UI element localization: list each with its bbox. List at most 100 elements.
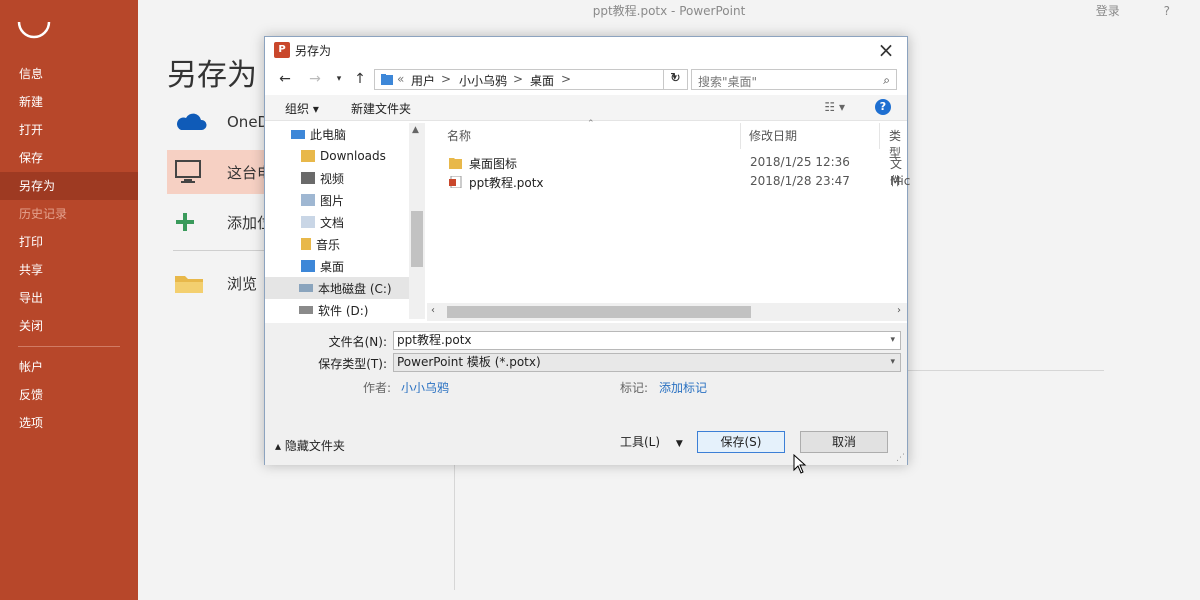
- help-icon[interactable]: ?: [875, 99, 891, 115]
- filetype-select[interactable]: PowerPoint 模板 (*.potx) ▾: [393, 353, 901, 372]
- view-options-icon[interactable]: ☷ ▾: [824, 100, 845, 114]
- back-arrow-icon[interactable]: ←: [275, 69, 295, 89]
- chevron-down-icon[interactable]: ▾: [329, 69, 349, 89]
- sidebar-divider: [18, 346, 120, 347]
- scroll-up-icon[interactable]: ▲: [412, 125, 419, 135]
- file-date: 2018/1/28 23:47: [750, 174, 850, 188]
- file-row[interactable]: ppt教程.potx 2018/1/28 23:47 Mic: [427, 172, 910, 192]
- sidebar-item-open[interactable]: 打开: [0, 116, 138, 144]
- sidebar-item-export[interactable]: 导出: [0, 284, 138, 312]
- back-arrow-icon: [17, 21, 51, 39]
- file-list-hscrollbar[interactable]: ‹ ›: [427, 303, 907, 321]
- desktop-folder-icon: [381, 74, 393, 85]
- forward-arrow-icon[interactable]: →: [305, 69, 325, 89]
- tree-item-music[interactable]: 音乐: [265, 233, 425, 255]
- address-bar[interactable]: « 用户 > 小小乌鸦 > 桌面 > ▾: [374, 69, 688, 90]
- sign-in-link[interactable]: 登录: [1096, 4, 1120, 18]
- breadcrumb-separator[interactable]: >: [441, 72, 451, 86]
- tree-item-desktop[interactable]: 桌面: [265, 255, 425, 277]
- sidebar-item-close[interactable]: 关闭: [0, 312, 138, 340]
- sidebar-item-history[interactable]: 历史记录: [0, 200, 138, 228]
- chevron-down-icon[interactable]: ▾: [890, 332, 895, 349]
- scroll-right-icon[interactable]: ›: [897, 305, 901, 316]
- tree-item-label: Downloads: [320, 149, 386, 163]
- sidebar-item-info[interactable]: 信息: [0, 60, 138, 88]
- breadcrumb-item[interactable]: 用户: [411, 72, 435, 89]
- sidebar-item-save[interactable]: 保存: [0, 144, 138, 172]
- filetype-label: 保存类型(T):: [318, 357, 387, 371]
- tree-item-downloads[interactable]: Downloads: [265, 145, 425, 167]
- sidebar-item-print[interactable]: 打印: [0, 228, 138, 256]
- tree-item-label: 文档: [320, 215, 345, 230]
- tree-item-label: 图片: [320, 193, 345, 208]
- column-divider[interactable]: [879, 123, 880, 149]
- cancel-button[interactable]: 取消: [800, 431, 888, 453]
- save-button[interactable]: 保存(S): [697, 431, 785, 453]
- column-divider[interactable]: [740, 123, 741, 149]
- tools-menu[interactable]: 工具(L) ▼: [620, 433, 683, 450]
- folder-icon: [449, 158, 462, 169]
- tree-item-label: 本地磁盘 (C:): [318, 281, 392, 296]
- file-name: ppt教程.potx: [469, 176, 544, 190]
- save-form: 文件名(N): ppt教程.potx ▾ 保存类型(T): PowerPoint…: [265, 323, 907, 395]
- powerpoint-icon: P: [274, 42, 290, 58]
- hide-folders-toggle[interactable]: ▴ 隐藏文件夹: [275, 437, 345, 454]
- documents-icon: [301, 216, 315, 228]
- file-row[interactable]: 桌面图标 2018/1/25 12:36 文件: [427, 153, 907, 188]
- breadcrumb-separator[interactable]: >: [561, 72, 571, 86]
- filename-field[interactable]: ppt教程.potx ▾: [393, 331, 901, 350]
- navigation-bar: ← → ▾ ↑ « 用户 > 小小乌鸦 > 桌面 > ▾ ↻ 搜索"桌面" ⌕: [265, 65, 907, 93]
- pptx-file-icon: [449, 176, 462, 188]
- place-label: OneD: [227, 113, 270, 131]
- scroll-left-icon[interactable]: ‹: [431, 305, 435, 316]
- pictures-icon: [301, 194, 315, 206]
- up-arrow-icon[interactable]: ↑: [350, 69, 370, 89]
- chevron-up-icon: ▴: [275, 439, 282, 453]
- tree-item-pictures[interactable]: 图片: [265, 189, 425, 211]
- tree-item-drive-c[interactable]: 本地磁盘 (C:): [265, 277, 425, 299]
- tree-item-label: 软件 (D:): [318, 303, 369, 318]
- music-icon: [301, 238, 311, 250]
- tree-item-this-pc[interactable]: 此电脑: [265, 123, 425, 145]
- column-header-date[interactable]: 修改日期: [749, 127, 797, 144]
- organize-menu[interactable]: 组织 ▾: [285, 100, 319, 117]
- page-title: 另存为: [167, 58, 257, 93]
- folder-icon: [173, 268, 213, 298]
- mouse-cursor-icon: [793, 454, 807, 474]
- desktop-icon: [301, 260, 315, 272]
- tree-item-drive-d[interactable]: 软件 (D:): [265, 299, 425, 319]
- new-folder-button[interactable]: 新建文件夹: [351, 100, 411, 117]
- onedrive-icon: [173, 107, 213, 137]
- search-input[interactable]: 搜索"桌面" ⌕: [691, 69, 897, 90]
- sidebar-item-options[interactable]: 选项: [0, 409, 138, 437]
- sidebar-item-feedback[interactable]: 反馈: [0, 381, 138, 409]
- tree-item-documents[interactable]: 文档: [265, 211, 425, 233]
- scrollbar-thumb[interactable]: [411, 211, 423, 267]
- sidebar-item-save-as[interactable]: 另存为: [0, 172, 138, 200]
- back-button[interactable]: [16, 16, 52, 46]
- sidebar-item-account[interactable]: 帐户: [0, 353, 138, 381]
- search-icon: ⌕: [883, 73, 890, 87]
- computer-icon: [173, 157, 213, 187]
- breadcrumb-overflow[interactable]: «: [397, 72, 404, 86]
- filename-label: 文件名(N):: [328, 335, 387, 349]
- breadcrumb-item[interactable]: 小小乌鸦: [459, 72, 507, 89]
- resize-grip-icon[interactable]: ⋰: [896, 453, 905, 463]
- sidebar-item-new[interactable]: 新建: [0, 88, 138, 116]
- help-button[interactable]: ?: [1164, 4, 1170, 18]
- sidebar-item-share[interactable]: 共享: [0, 256, 138, 284]
- chevron-down-icon: ▼: [675, 439, 683, 449]
- dialog-titlebar[interactable]: P 另存为 ×: [265, 37, 907, 63]
- breadcrumb-item[interactable]: 桌面: [530, 72, 554, 89]
- column-header-name[interactable]: 名称: [447, 127, 471, 144]
- breadcrumb-separator[interactable]: >: [513, 72, 523, 86]
- tree-item-videos[interactable]: 视频: [265, 167, 425, 189]
- save-as-dialog: P 另存为 × ← → ▾ ↑ « 用户 > 小小乌鸦 > 桌面 > ▾ ↻ 搜…: [264, 36, 910, 474]
- scrollbar-thumb[interactable]: [447, 306, 751, 318]
- tree-scrollbar[interactable]: ▲: [409, 123, 425, 319]
- file-date: 2018/1/25 12:36: [750, 155, 850, 169]
- chevron-down-icon[interactable]: ▾: [890, 354, 895, 371]
- refresh-icon[interactable]: ↻: [663, 69, 687, 90]
- close-icon[interactable]: ×: [875, 39, 897, 61]
- add-icon: [173, 207, 213, 237]
